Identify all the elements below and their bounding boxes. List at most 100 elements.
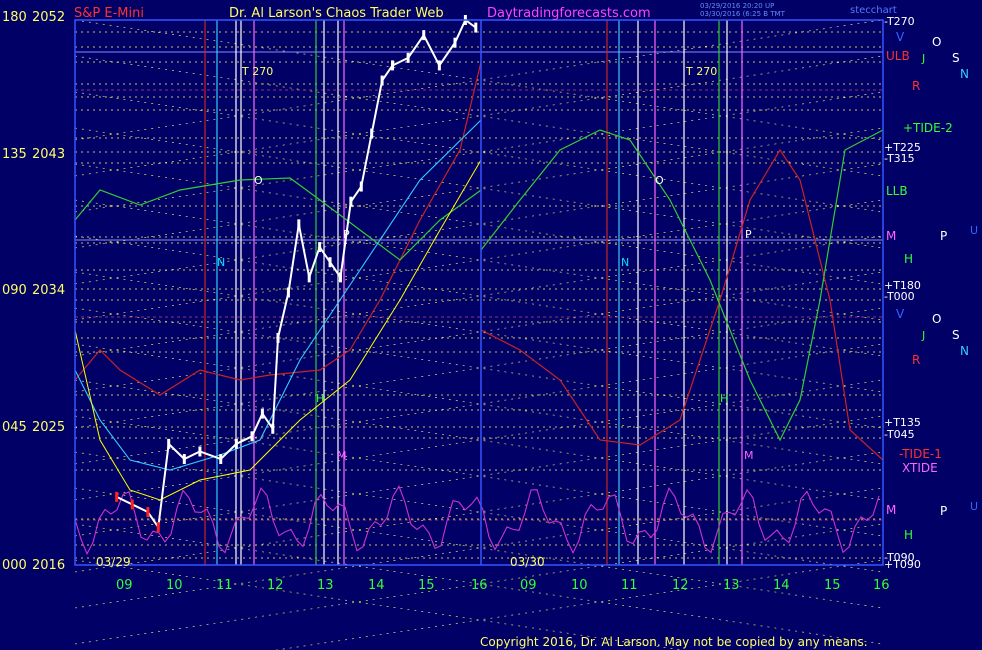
timestamp-line-2: 03/30/2016 (6:25 B TMT [700, 10, 786, 18]
planet-glyph: U [970, 224, 978, 237]
y-tick-price: 2016 [32, 558, 65, 573]
copyright-notice: Copyright 2016, Dr. Al Larson. May not b… [480, 635, 868, 649]
price-bar [260, 408, 264, 419]
level-label: -T270 [884, 15, 915, 28]
marker-label: P [343, 228, 350, 241]
planet-glyph: N [960, 67, 969, 81]
level-label: H [904, 252, 913, 266]
y-tick-price: 2025 [32, 420, 65, 435]
planet-glyph: P [940, 229, 947, 243]
planet-glyph: N [960, 344, 969, 358]
price-bar [130, 499, 134, 510]
level-label: -TIDE-1 [899, 447, 942, 461]
x-tick: 16 [471, 578, 488, 593]
x-tick: 13 [317, 578, 334, 593]
timestamp-line-1: 03/29/2016 20:20 UP [700, 2, 774, 10]
chart-title: Dr. Al Larson's Chaos Trader Web [229, 6, 444, 21]
price-bar [422, 30, 426, 41]
marker-label: T 270 [685, 65, 717, 78]
price-bar [156, 522, 160, 533]
price-bar [437, 60, 441, 71]
level-label: M [886, 229, 896, 243]
x-tick: 15 [418, 578, 435, 593]
planet-glyph: R [912, 79, 920, 93]
price-bar [328, 257, 332, 268]
instrument-label: S&P E-Mini [74, 6, 144, 21]
level-label: M [886, 503, 896, 517]
y-tick-price: 2043 [32, 147, 65, 162]
y-tick-price: 2052 [32, 10, 65, 25]
price-bar [406, 52, 410, 63]
level-label: XTIDE [902, 461, 938, 475]
planet-glyph: R [912, 353, 920, 367]
planet-glyph: V [896, 307, 905, 321]
level-label: +T090 [884, 558, 921, 571]
marker-label: N [621, 256, 629, 269]
price-bar [146, 507, 150, 518]
y-tick-angle: 180 [2, 10, 27, 25]
marker-label: M [337, 449, 347, 462]
planet-glyph: O [932, 312, 941, 326]
y-tick-angle: 000 [2, 558, 27, 573]
level-label: -T045 [884, 428, 915, 441]
x-tick: 09 [116, 578, 133, 593]
price-bar [219, 454, 223, 465]
chaos-trader-chart: S&P E-Mini Dr. Al Larson's Chaos Trader … [0, 0, 982, 650]
price-bar [271, 423, 275, 434]
level-label: -T315 [884, 152, 915, 165]
marker-label: H [720, 392, 728, 405]
x-tick: 10 [571, 578, 588, 593]
x-tick: 10 [166, 578, 183, 593]
date-label: 03/30 [510, 555, 545, 569]
price-bar [182, 454, 186, 465]
chart-background [0, 0, 982, 650]
x-tick: 09 [520, 578, 537, 593]
price-bar [167, 438, 171, 449]
price-bar [250, 431, 254, 442]
planet-glyph: U [970, 500, 978, 513]
x-tick: 11 [621, 578, 638, 593]
price-bar [453, 37, 457, 48]
price-bar [359, 181, 363, 192]
planet-glyph: S [952, 51, 960, 65]
marker-label: P [745, 228, 752, 241]
price-bar [286, 287, 290, 298]
price-bar [474, 22, 478, 33]
y-tick-angle: 045 [2, 420, 27, 435]
level-label: -T000 [884, 290, 915, 303]
x-tick: 14 [368, 578, 385, 593]
site-name: Daytradingforecasts.com [487, 6, 651, 21]
y-tick-angle: 090 [2, 283, 27, 298]
x-tick: 13 [723, 578, 740, 593]
date-label: 03/29 [96, 555, 131, 569]
x-tick: 16 [873, 578, 890, 593]
price-bar [391, 60, 395, 71]
price-bar [297, 219, 301, 230]
level-label: ULB [886, 49, 910, 63]
marker-label: O [655, 174, 664, 187]
y-tick-angle: 135 [2, 147, 27, 162]
planet-glyph: P [940, 504, 947, 518]
planet-glyph: O [932, 35, 941, 49]
y-tick-price: 2034 [32, 283, 65, 298]
planet-glyph: S [952, 328, 960, 342]
price-bar [338, 272, 342, 283]
marker-label: O [254, 174, 263, 187]
planet-glyph: J [921, 52, 925, 65]
marker-label: T 270 [241, 65, 273, 78]
marker-label: N [217, 256, 225, 269]
x-tick: 12 [267, 578, 284, 593]
level-label: +TIDE-2 [903, 121, 953, 135]
price-bar [380, 75, 384, 86]
planet-glyph: V [896, 30, 905, 44]
price-bar [115, 491, 119, 502]
price-bar [198, 446, 202, 457]
marker-label: M [744, 449, 754, 462]
x-tick: 11 [216, 578, 233, 593]
price-bar [318, 242, 322, 253]
price-bar [234, 438, 238, 449]
price-bar [307, 272, 311, 283]
price-bar [276, 332, 280, 343]
x-tick: 15 [824, 578, 841, 593]
price-bar [349, 196, 353, 207]
